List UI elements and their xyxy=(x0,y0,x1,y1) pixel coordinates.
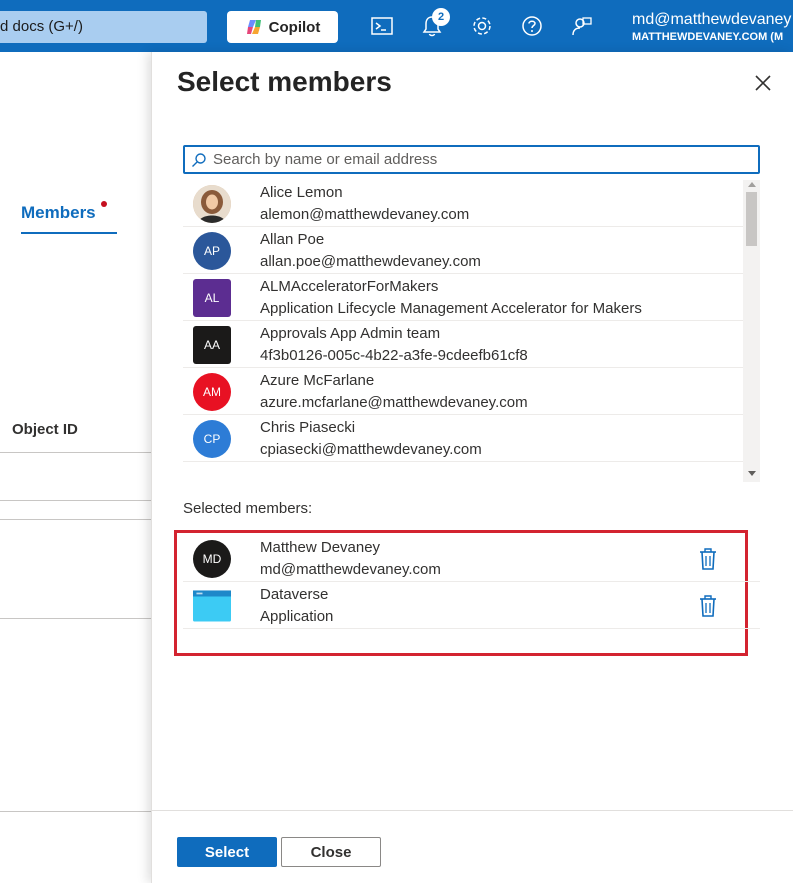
avatar: CP xyxy=(193,420,231,458)
close-panel-icon[interactable] xyxy=(752,72,774,94)
divider xyxy=(0,811,152,812)
selected-name: Dataverse xyxy=(260,586,329,603)
result-name: Alice Lemon xyxy=(260,184,343,201)
avatar: AP xyxy=(193,232,231,270)
copilot-button[interactable]: Copilot xyxy=(227,11,338,43)
unsaved-indicator-dot xyxy=(101,201,107,207)
result-name: Azure McFarlane xyxy=(260,372,375,389)
copilot-icon xyxy=(246,20,261,34)
scroll-thumb[interactable] xyxy=(746,192,757,246)
feedback-icon[interactable] xyxy=(570,14,594,38)
list-item[interactable]: AP Allan Poe allan.poe@matthewdevaney.co… xyxy=(183,227,743,274)
tab-members[interactable]: Members xyxy=(21,203,96,223)
result-email: azure.mcfarlane@matthewdevaney.com xyxy=(260,394,528,411)
list-item[interactable]: Alice Lemon alemon@matthewdevaney.com xyxy=(183,180,743,227)
divider xyxy=(0,452,152,453)
copilot-label: Copilot xyxy=(268,18,321,36)
global-search-text: d docs (G+/) xyxy=(0,18,83,35)
tab-active-underline xyxy=(21,232,117,234)
member-search-input[interactable] xyxy=(213,147,753,172)
profile-photo-icon xyxy=(193,185,231,223)
close-button[interactable]: Close xyxy=(281,837,381,867)
selected-name: Matthew Devaney xyxy=(260,539,381,556)
divider xyxy=(0,500,152,501)
search-results-list: Alice Lemon alemon@matthewdevaney.com AP… xyxy=(183,180,743,480)
list-item[interactable]: AM Azure McFarlane azure.mcfarlane@matth… xyxy=(183,368,743,415)
avatar: AM xyxy=(193,373,231,411)
account-menu[interactable]: md@matthewdevaney MATTHEWDEVANEY.COM (M xyxy=(632,11,791,43)
select-button[interactable]: Select xyxy=(177,837,277,867)
top-bar: d docs (G+/) Copilot 2 md@matthewdevaney… xyxy=(0,0,793,52)
list-item[interactable]: CP Chris Piasecki cpiasecki@matthewdevan… xyxy=(183,415,743,462)
panel-title: Select members xyxy=(177,66,392,97)
scroll-up-arrow-icon[interactable] xyxy=(748,182,756,187)
result-name: Chris Piasecki xyxy=(260,419,356,436)
result-email: cpiasecki@matthewdevaney.com xyxy=(260,441,482,458)
selected-members-list: MD Matthew Devaney md@matthewdevaney.com… xyxy=(183,535,760,629)
member-search-field[interactable] xyxy=(183,145,760,174)
result-name: Allan Poe xyxy=(260,231,325,248)
cloud-shell-icon[interactable] xyxy=(370,14,394,38)
result-email: allan.poe@matthewdevaney.com xyxy=(260,253,481,270)
avatar: AA xyxy=(193,326,231,364)
select-members-panel: Select members Alice Lemon alemon@matthe… xyxy=(151,52,793,883)
search-icon xyxy=(192,153,206,168)
footer-divider xyxy=(152,810,793,811)
avatar xyxy=(193,185,231,223)
settings-gear-icon[interactable] xyxy=(470,14,494,38)
avatar: MD xyxy=(193,540,231,578)
scroll-down-arrow-icon[interactable] xyxy=(748,471,756,476)
avatar: AL xyxy=(193,279,231,317)
account-name: md@matthewdevaney xyxy=(632,11,792,28)
list-item: Dataverse Application xyxy=(183,582,760,629)
divider xyxy=(0,618,152,619)
results-scrollbar[interactable] xyxy=(743,180,760,482)
column-header-object-id[interactable]: Object ID xyxy=(12,421,78,438)
help-icon[interactable] xyxy=(520,14,544,38)
global-search-box[interactable]: d docs (G+/) xyxy=(0,11,207,43)
selected-email: md@matthewdevaney.com xyxy=(260,561,441,578)
list-item: MD Matthew Devaney md@matthewdevaney.com xyxy=(183,535,760,582)
notification-count-badge: 2 xyxy=(432,8,450,26)
application-icon xyxy=(193,590,231,622)
result-name: Approvals App Admin team xyxy=(260,325,441,342)
remove-member-trash-icon[interactable] xyxy=(697,547,719,571)
result-id: 4f3b0126-005c-4b22-a3fe-9cdeefb61cf8 xyxy=(260,347,528,364)
result-description: Application Lifecycle Management Acceler… xyxy=(260,300,642,317)
divider xyxy=(0,519,152,520)
selected-members-label: Selected members: xyxy=(183,500,313,517)
avatar xyxy=(193,587,231,625)
account-tenant: MATTHEWDEVANEY.COM (M xyxy=(632,31,784,43)
result-email: alemon@matthewdevaney.com xyxy=(260,206,470,223)
selected-type: Application xyxy=(260,608,334,625)
list-item[interactable]: AA Approvals App Admin team 4f3b0126-005… xyxy=(183,321,743,368)
remove-member-trash-icon[interactable] xyxy=(697,594,719,618)
result-name: ALMAcceleratorForMakers xyxy=(260,278,439,295)
list-item[interactable]: AL ALMAcceleratorForMakers Application L… xyxy=(183,274,743,321)
